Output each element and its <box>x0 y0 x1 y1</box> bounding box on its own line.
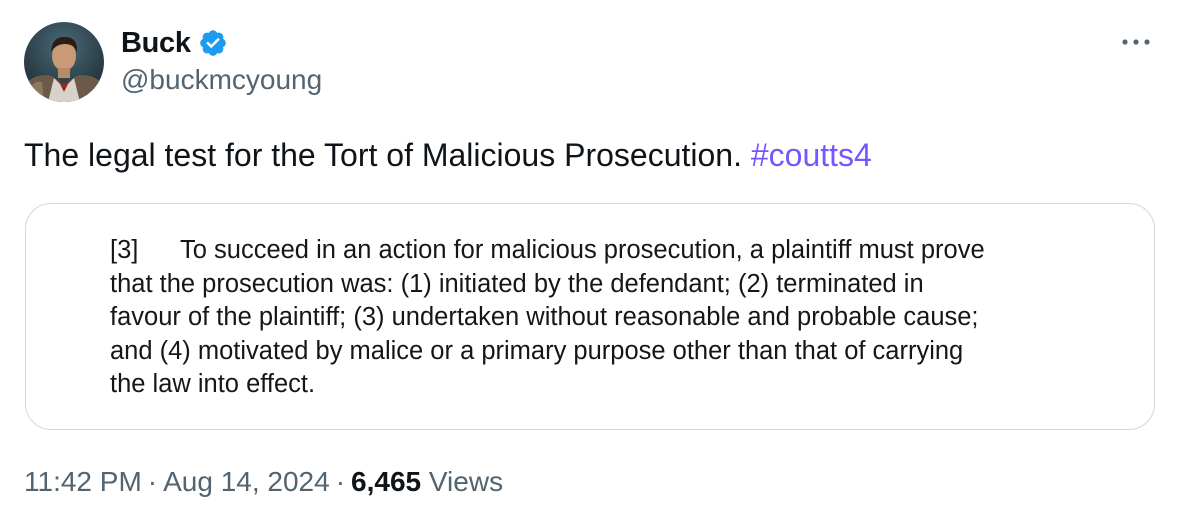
meta-separator: · <box>335 466 346 497</box>
verified-badge-icon <box>198 28 228 58</box>
quoted-image-card[interactable]: [3] To succeed in an action for malicious… <box>25 203 1155 430</box>
views-count: 6,465 <box>351 466 422 497</box>
author-handle[interactable]: @buckmcyoung <box>121 64 322 96</box>
meta-separator: · <box>147 466 158 497</box>
quote-line: favour of the plaintiff; (3) undertaken … <box>110 303 979 331</box>
views-label: Views <box>428 466 504 497</box>
author-display-name[interactable]: Buck <box>121 27 191 60</box>
tweet-time[interactable]: 11:42 PM <box>24 466 142 497</box>
quote-line: the law into effect. <box>110 370 316 398</box>
quote-line: [3] To succeed in an action for malicious… <box>110 234 1110 268</box>
tweet-text: The legal test for the Tort of Malicious… <box>24 133 872 177</box>
quote-line-text: To succeed in an action for malicious pr… <box>180 236 985 264</box>
quote-line: and (4) motivated by malice or a primary… <box>110 336 964 365</box>
quote-line: that the prosecution was: (1) initiated … <box>110 269 924 298</box>
tweet-metadata: 11:42 PM · Aug 14, 2024 · 6,465 Views <box>24 466 503 498</box>
tweet-body: The legal test for the Tort of Malicious… <box>24 137 742 173</box>
avatar[interactable] <box>24 22 104 102</box>
author-name-row[interactable]: Buck <box>121 24 228 62</box>
avatar-image <box>24 22 104 102</box>
tweet-date[interactable]: Aug 14, 2024 <box>163 466 330 497</box>
more-options-button[interactable] <box>1118 28 1154 56</box>
paragraph-number: [3] <box>110 236 139 264</box>
hashtag-link[interactable]: #coutts4 <box>751 137 872 173</box>
more-horizontal-icon <box>1122 39 1150 45</box>
quote-text: [3] To succeed in an action for malicious… <box>110 234 1110 402</box>
